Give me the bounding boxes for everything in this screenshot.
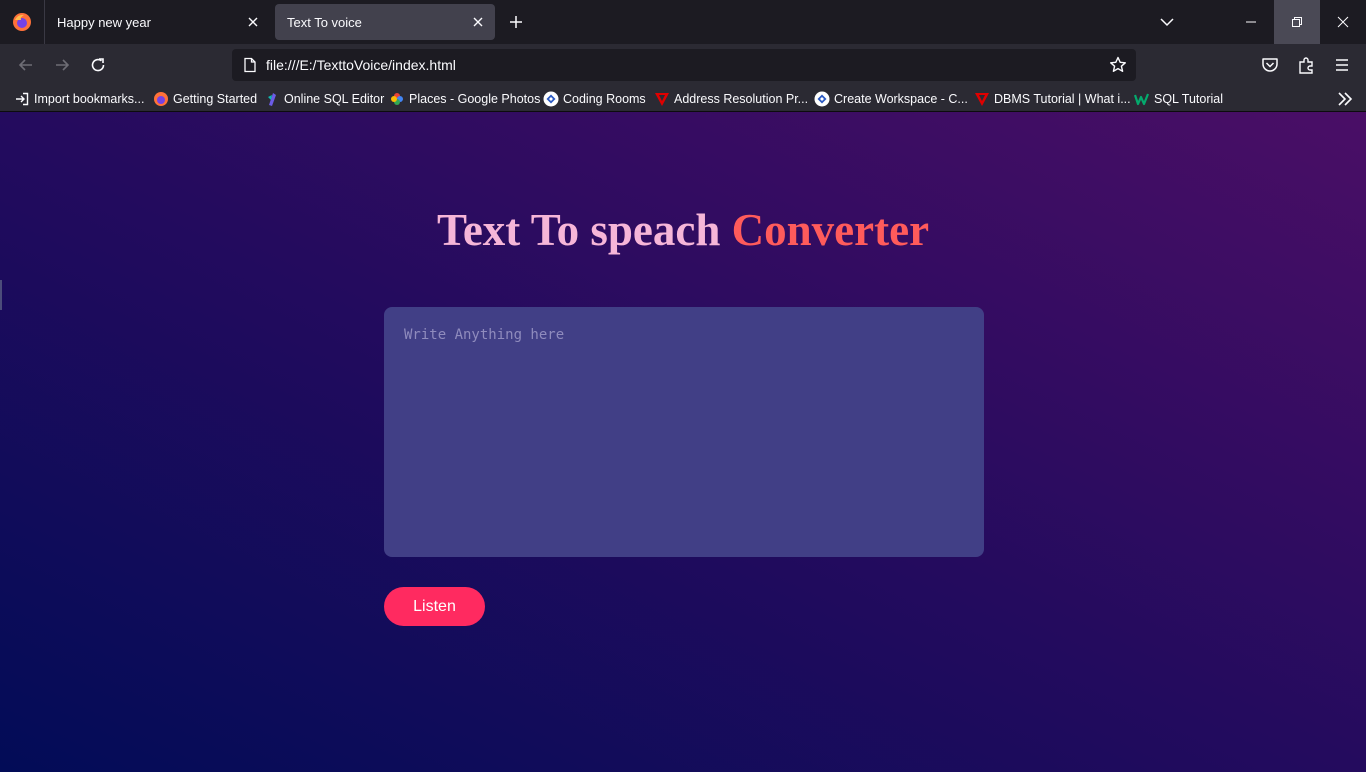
firefox-icon[interactable]: [12, 12, 32, 32]
minimize-icon: [1246, 21, 1256, 23]
chevron-down-icon[interactable]: [1158, 13, 1176, 31]
bookmark-label: DBMS Tutorial | What i...: [994, 92, 1131, 106]
close-icon: [1337, 16, 1349, 28]
back-arrow-icon[interactable]: [16, 55, 36, 75]
import-icon: [16, 92, 29, 106]
url-text[interactable]: file:///E:/TexttoVoice/index.html: [266, 57, 456, 73]
pocket-icon[interactable]: [1260, 55, 1280, 75]
google-photos-icon: [391, 93, 403, 105]
tutorial-icon: [975, 93, 989, 106]
coding-rooms-icon: [543, 91, 559, 107]
tab-title: Happy new year: [57, 15, 151, 30]
bookmark-label: Getting Started: [173, 92, 258, 106]
bookmark-online-sql-editor[interactable]: Online SQL Editor: [264, 90, 384, 108]
bookmark-sql-tutorial[interactable]: SQL Tutorial: [1134, 90, 1223, 108]
tab-text-to-voice[interactable]: Text To voice: [275, 4, 495, 40]
sql-editor-icon: [268, 93, 276, 106]
bookmarks-toolbar: Import bookmarks... Getting Started Onli…: [0, 86, 1366, 112]
navigation-toolbar: file:///E:/TexttoVoice/index.html: [0, 44, 1366, 86]
text-input[interactable]: [384, 307, 984, 557]
close-icon[interactable]: [469, 13, 487, 31]
reload-icon[interactable]: [88, 55, 108, 75]
listen-button[interactable]: Listen: [384, 587, 485, 626]
close-icon[interactable]: [244, 13, 262, 31]
bookmark-label: Import bookmarks...: [34, 92, 145, 106]
w3schools-icon: [1134, 93, 1150, 106]
bookmark-getting-started[interactable]: Getting Started: [153, 90, 257, 108]
bookmark-dbms-tutorial[interactable]: DBMS Tutorial | What i...: [974, 90, 1131, 108]
page-title: Text To speach Converter: [0, 204, 1366, 256]
bookmark-create-workspace[interactable]: Create Workspace - C...: [814, 90, 968, 108]
bookmark-label: SQL Tutorial: [1154, 92, 1224, 106]
address-bar[interactable]: file:///E:/TexttoVoice/index.html: [232, 49, 1136, 81]
bookmark-import[interactable]: Import bookmarks...: [14, 90, 144, 108]
bookmark-label: Create Workspace - C...: [834, 92, 968, 106]
page-icon: [244, 57, 256, 73]
plus-icon[interactable]: [507, 13, 525, 31]
minimize-button[interactable]: [1228, 0, 1274, 44]
restore-icon: [1292, 17, 1302, 27]
tutorial-icon: [655, 93, 669, 106]
star-icon[interactable]: [1108, 55, 1128, 75]
coding-rooms-icon: [814, 91, 830, 107]
bookmark-label: Address Resolution Pr...: [674, 92, 809, 106]
bookmark-label: Places - Google Photos: [409, 92, 541, 106]
extensions-icon[interactable]: [1296, 55, 1316, 75]
tab-happy-new-year[interactable]: Happy new year: [45, 4, 270, 40]
bookmark-google-photos[interactable]: Places - Google Photos: [389, 90, 540, 108]
bookmark-label: Online SQL Editor: [284, 92, 385, 106]
bookmark-label: Coding Rooms: [563, 92, 646, 106]
title-main: Text To speach: [436, 205, 732, 255]
menu-icon[interactable]: [1332, 55, 1352, 75]
page-content: Text To speach Converter Listen: [0, 112, 1366, 772]
firefox-icon: [154, 92, 168, 106]
restore-button[interactable]: [1274, 0, 1320, 44]
bookmark-coding-rooms[interactable]: Coding Rooms: [543, 90, 646, 108]
window-close-button[interactable]: [1320, 0, 1366, 44]
bookmark-address-resolution[interactable]: Address Resolution Pr...: [654, 90, 808, 108]
tab-title: Text To voice: [287, 15, 362, 30]
chevron-double-right-icon[interactable]: [1336, 90, 1354, 108]
forward-arrow-icon[interactable]: [52, 55, 72, 75]
title-accent: Converter: [731, 205, 930, 255]
tab-strip: Happy new year Text To voice: [0, 0, 1366, 44]
scrollbar-edge: [0, 280, 2, 310]
